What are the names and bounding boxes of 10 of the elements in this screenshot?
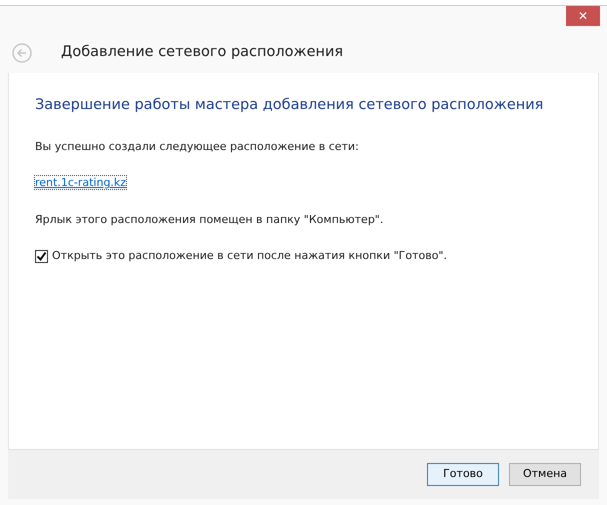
message-text: Вы успешно создали следующее расположение в сети: [35,138,360,155]
note-text: Ярлык этого расположения помещен в папку "Компьютер". [35,212,384,228]
close-button[interactable]: ✕ [566,6,600,26]
wizard-heading: Завершение работы мастера добавления сетевого расположения [35,96,544,115]
window-title: Добавление сетевого расположения [61,43,344,62]
dialog-button[interactable]: Отмена [509,463,581,486]
location-link[interactable]: rent.1c-rating.kz [35,176,126,190]
checkbox-label: Открыть это расположение в сети после нажатия кнопки "Готово". [52,248,447,264]
dialog-button[interactable]: Готово [427,463,499,486]
open-checkbox[interactable] [35,250,48,263]
